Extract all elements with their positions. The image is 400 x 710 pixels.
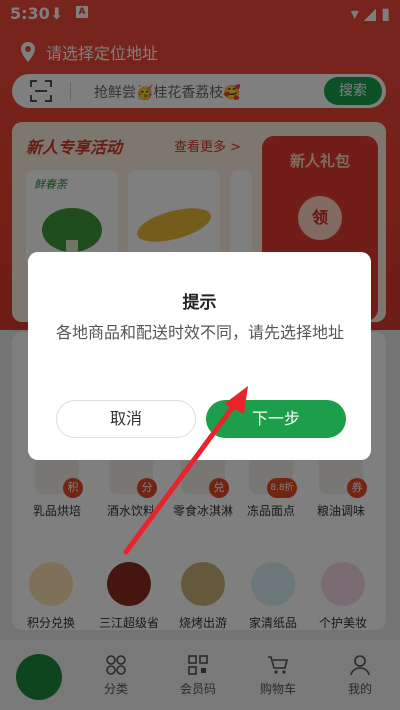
- location-prompt-dialog: 提示 各地商品和配送时效不同，请先选择地址 取消 下一步: [28, 252, 371, 460]
- next-step-button[interactable]: 下一步: [206, 400, 346, 438]
- dialog-title: 提示: [182, 293, 217, 313]
- app-screen: 5:30 ⬇ A ▾ ◢ ▮ 请选择定位地址 抢鲜尝🥳桂花香荔枝🥰 搜索 新人专…: [0, 0, 400, 710]
- cancel-button[interactable]: 取消: [56, 400, 196, 438]
- dialog-message: 各地商品和配送时效不同，请先选择地址: [56, 323, 345, 342]
